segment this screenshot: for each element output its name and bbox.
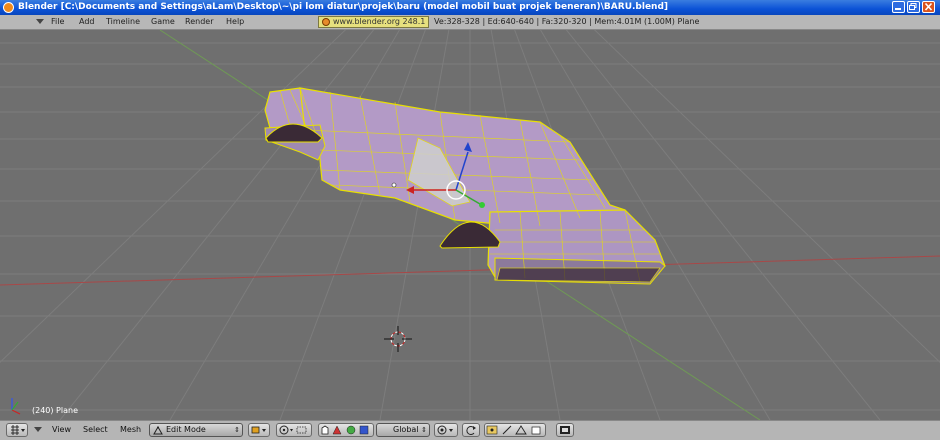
menu-help[interactable]: Help	[226, 17, 244, 27]
header-collapse-icon[interactable]	[34, 427, 42, 432]
3d-view-header: View Select Mesh Edit Mode ⇕ Global ⇕	[0, 420, 940, 440]
blender-website-link[interactable]: www.blender.org 248.1	[318, 16, 430, 28]
orientation-label: Global	[393, 425, 419, 434]
minimize-button[interactable]	[892, 1, 905, 13]
close-button[interactable]	[922, 1, 935, 13]
menu-select[interactable]: Select	[83, 423, 108, 437]
proportional-edit-button[interactable]	[434, 423, 458, 437]
draw-type-button[interactable]	[248, 423, 270, 437]
orientation-dropdown-icon: ⇕	[421, 426, 427, 434]
menu-timeline[interactable]: Timeline	[106, 17, 140, 27]
undo-history-button[interactable]	[462, 423, 480, 437]
edit-mode-icon	[153, 426, 163, 435]
menu-collapse-icon[interactable]	[36, 19, 44, 24]
menu-view[interactable]: View	[52, 423, 71, 437]
car-body-mesh[interactable]	[264, 87, 666, 285]
menu-add[interactable]: Add	[79, 17, 95, 27]
window-title-bar: Blender [C:\Documents and Settings\aLam\…	[0, 0, 940, 15]
axis-orientation-icon	[11, 398, 21, 415]
menu-file[interactable]: File	[51, 17, 64, 27]
render-preview-button[interactable]	[556, 423, 574, 437]
blender-icon	[322, 18, 330, 26]
website-label: www.blender.org 248.1	[333, 17, 426, 26]
window-title: Blender [C:\Documents and Settings\aLam\…	[18, 2, 669, 12]
menu-render[interactable]: Render	[185, 17, 213, 27]
mode-label: Edit Mode	[166, 425, 206, 434]
manipulator-buttons[interactable]	[318, 423, 374, 437]
menu-mesh[interactable]: Mesh	[120, 423, 141, 437]
main-menu-bar: File Add Timeline Game Render Help www.b…	[0, 15, 940, 30]
editor-type-button[interactable]	[6, 423, 28, 437]
selected-object-label: (240) Plane	[32, 406, 78, 415]
blender-logo-icon	[3, 2, 14, 13]
pivot-button[interactable]	[276, 423, 312, 437]
orientation-select[interactable]: Global ⇕	[376, 423, 430, 437]
scene-stats: Ve:328-328 | Ed:640-640 | Fa:320-320 | M…	[434, 17, 700, 26]
menu-game[interactable]: Game	[151, 17, 175, 27]
3d-viewport[interactable]: (240) Plane	[0, 30, 940, 420]
select-mode-buttons[interactable]	[484, 423, 546, 437]
maximize-button[interactable]	[907, 1, 920, 13]
mode-dropdown-icon: ⇕	[234, 426, 240, 434]
mode-select[interactable]: Edit Mode ⇕	[149, 423, 243, 437]
3d-cursor-icon[interactable]	[384, 326, 412, 352]
